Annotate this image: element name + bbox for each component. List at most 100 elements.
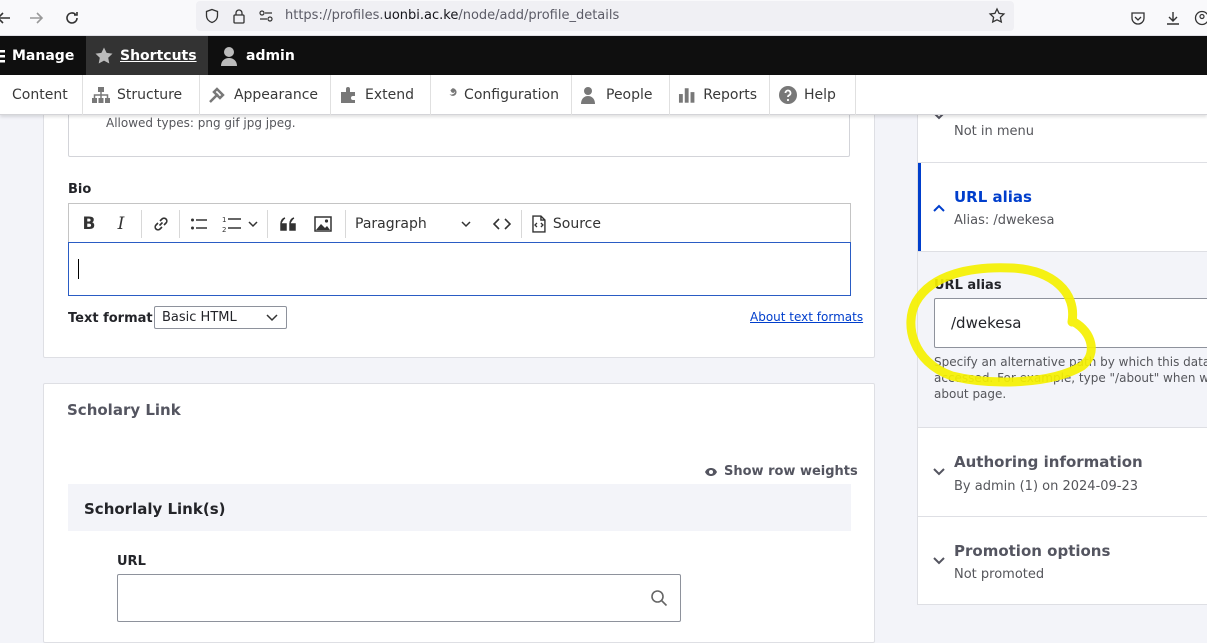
content-card: Allowed types: png gif jpg jpeg. Bio B I… [43, 100, 875, 358]
paragraph-label: Paragraph [355, 216, 427, 232]
tray-item-label: Reports [703, 87, 757, 103]
tray-item-label: People [606, 87, 653, 103]
meta-sidebar: Not in menu URL alias Alias: /dwekesa UR… [917, 100, 1207, 605]
people-icon [580, 86, 600, 104]
url-text: https://profiles.uonbi.ac.ke/node/add/pr… [285, 8, 619, 23]
code-icon[interactable] [487, 204, 517, 244]
bold-icon[interactable]: B [75, 204, 103, 244]
authoring-section[interactable]: Authoring information By admin (1) on 20… [918, 428, 1207, 517]
toolbar-separator [179, 210, 180, 238]
show-row-weights-button[interactable]: Show row weights [704, 464, 858, 479]
allowed-types-text: Allowed types: png gif jpg jpeg. [106, 116, 296, 130]
tray-item-configuration[interactable]: Configuration [431, 75, 572, 115]
tray-item-label: Configuration [464, 87, 559, 103]
shield-icon[interactable] [204, 8, 220, 24]
url-input[interactable] [117, 574, 681, 622]
toolbar-separator [267, 210, 268, 238]
text-format-label: Text format [68, 311, 153, 326]
scholary-link-title: Scholary Link [67, 401, 181, 419]
bio-editor[interactable] [68, 242, 851, 296]
tray-item-structure[interactable]: Structure [83, 75, 200, 115]
link-icon[interactable] [147, 204, 175, 244]
source-button[interactable]: Source [529, 204, 601, 244]
structure-icon [91, 86, 111, 104]
url-label: URL [117, 554, 146, 569]
toolbar-separator [521, 210, 522, 238]
promotion-section[interactable]: Promotion options Not promoted [918, 517, 1207, 606]
wrench-icon [439, 86, 458, 104]
reload-icon[interactable] [60, 6, 84, 30]
authoring-title: Authoring information [954, 453, 1143, 471]
chevron-down-icon [461, 220, 471, 228]
image-icon[interactable] [309, 204, 337, 244]
tray-item-label: Extend [365, 87, 414, 103]
user-icon [220, 46, 238, 66]
menu-settings-summary: Not in menu [954, 124, 1034, 139]
url-alias-section[interactable]: URL alias Alias: /dwekesa [918, 163, 1207, 252]
eye-icon [704, 467, 718, 477]
editor-toolbar: B I 12 Paragraph [68, 203, 851, 243]
user-button[interactable]: admin [208, 36, 295, 75]
shortcuts-label: Shortcuts [120, 48, 197, 64]
italic-icon[interactable]: I [107, 204, 135, 244]
download-icon[interactable] [1161, 6, 1185, 30]
help-icon [778, 85, 798, 105]
tray-item-help[interactable]: Help [770, 75, 856, 115]
text-cursor [78, 259, 79, 279]
address-bar[interactable]: https://profiles.uonbi.ac.ke/node/add/pr… [196, 1, 1014, 31]
alias-field-label: URL alias [934, 278, 1002, 293]
browser-bar: https://profiles.uonbi.ac.ke/node/add/pr… [0, 0, 1207, 36]
blockquote-icon[interactable] [275, 204, 303, 244]
tray-item-people[interactable]: People [572, 75, 670, 115]
alias-input[interactable]: /dwekesa [934, 298, 1207, 348]
text-format-select[interactable]: Basic HTML [154, 306, 287, 329]
text-format-value: Basic HTML [162, 310, 237, 325]
promotion-title: Promotion options [954, 542, 1110, 560]
tray-item-appearance[interactable]: Appearance [200, 75, 331, 115]
admin-toolbar: Manage Shortcuts admin [0, 36, 1207, 75]
star-icon [94, 46, 114, 66]
show-row-weights-label: Show row weights [724, 464, 858, 479]
tray-item-label: Help [804, 87, 836, 103]
bookmark-star-icon[interactable] [988, 7, 1006, 25]
chevron-up-icon [932, 203, 946, 213]
pocket-icon[interactable] [1126, 6, 1150, 30]
account-icon[interactable] [1190, 6, 1207, 30]
paragraph-dropdown[interactable]: Paragraph [353, 204, 477, 244]
numbered-list-icon[interactable]: 12 [219, 204, 245, 244]
active-indicator [918, 163, 921, 251]
svg-text:1: 1 [222, 216, 226, 224]
chevron-down-icon [932, 556, 946, 566]
url-alias-pane: URL alias /dwekesa Specify an alternativ… [918, 252, 1207, 428]
scholary-link-card: Scholary Link Show row weights Schorlaly… [43, 383, 875, 643]
hamburger-icon [0, 48, 10, 64]
back-icon[interactable] [0, 6, 16, 30]
chevron-down-icon[interactable] [245, 204, 261, 244]
source-label: Source [553, 216, 601, 232]
authoring-summary: By admin (1) on 2024-09-23 [954, 479, 1138, 494]
reports-icon [678, 86, 697, 104]
permissions-icon[interactable] [258, 8, 274, 24]
source-icon [529, 214, 549, 234]
bulleted-list-icon[interactable] [185, 204, 213, 244]
alias-description: Specify an alternative path by which thi… [934, 354, 1207, 402]
shortcuts-button[interactable]: Shortcuts [86, 36, 208, 75]
table-header-label: Schorlaly Link(s) [84, 500, 225, 518]
search-icon [650, 589, 668, 607]
manage-button[interactable]: Manage [0, 36, 86, 75]
forward-icon[interactable] [24, 6, 48, 30]
tray-item-content[interactable]: Content [0, 75, 83, 115]
lock-icon[interactable] [231, 8, 247, 24]
promotion-summary: Not promoted [954, 567, 1044, 582]
tray-item-extend[interactable]: Extend [331, 75, 431, 115]
svg-text:2: 2 [222, 226, 226, 233]
table-header: Schorlaly Link(s) [68, 484, 851, 531]
manage-label: Manage [12, 48, 74, 64]
bio-label: Bio [68, 182, 91, 197]
chevron-down-icon [266, 312, 278, 322]
appearance-icon [208, 86, 228, 104]
url-alias-summary: Alias: /dwekesa [954, 213, 1054, 228]
tray-item-label: Content [12, 87, 68, 103]
about-text-formats-link[interactable]: About text formats [750, 310, 863, 324]
tray-item-reports[interactable]: Reports [670, 75, 770, 115]
